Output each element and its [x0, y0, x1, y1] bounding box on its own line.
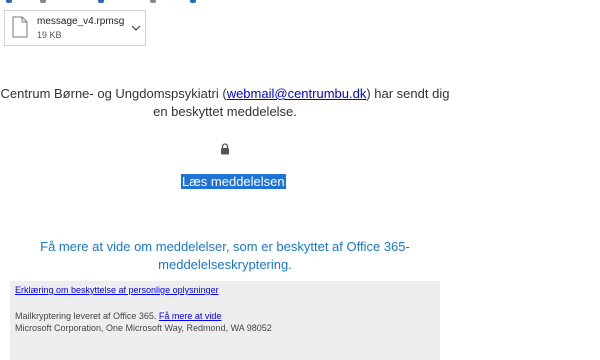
attachment-name: message_v4.rpmsg [37, 16, 125, 27]
sender-message: Centrum Børne- og Ungdomspsykiatri (webm… [0, 85, 450, 121]
attachment-card[interactable]: message_v4.rpmsg 19 KB [4, 10, 146, 46]
chevron-down-icon[interactable] [129, 21, 143, 35]
sender-prefix: Centrum Børne- og Ungdomspsykiatri ( [0, 86, 227, 101]
lock-icon [221, 143, 229, 155]
sender-email-link[interactable]: webmail@centrumbu.dk [227, 86, 367, 101]
encryption-learn-more-link[interactable]: Få mere at vide [159, 311, 222, 321]
footer: Erklæring om beskyttelse af personlige o… [10, 281, 440, 360]
learn-more-link[interactable]: Få mere at vide om meddelelser, som er b… [0, 238, 450, 274]
learn-more-line-1[interactable]: Få mere at vide om meddelelser, som er b… [40, 239, 410, 254]
file-icon [12, 16, 28, 38]
company-address: Microsoft Corporation, One Microsoft Way… [15, 323, 272, 333]
encryption-line: Mailkryptering leveret af Office 365. Få… [15, 311, 221, 321]
attachment-size: 19 KB [37, 30, 62, 40]
sender-suffix: ) har sendt dig [366, 86, 450, 101]
toolbar-fragment-icon [6, 0, 12, 3]
toolbar-fragment-icon [190, 0, 196, 3]
toolbar-fragment-icon [150, 0, 156, 3]
toolbar-fragment-icon [40, 0, 46, 3]
read-message-link[interactable]: Læs meddelelsen [181, 174, 286, 189]
encryption-text: Mailkryptering leveret af Office 365. [15, 311, 159, 321]
sender-line-2: en beskyttet meddelelse. [153, 104, 297, 119]
learn-more-line-2[interactable]: meddelelseskryptering. [158, 257, 292, 272]
privacy-statement-link[interactable]: Erklæring om beskyttelse af personlige o… [15, 285, 219, 295]
top-strip [0, 0, 600, 4]
toolbar-fragment-icon [98, 0, 104, 3]
